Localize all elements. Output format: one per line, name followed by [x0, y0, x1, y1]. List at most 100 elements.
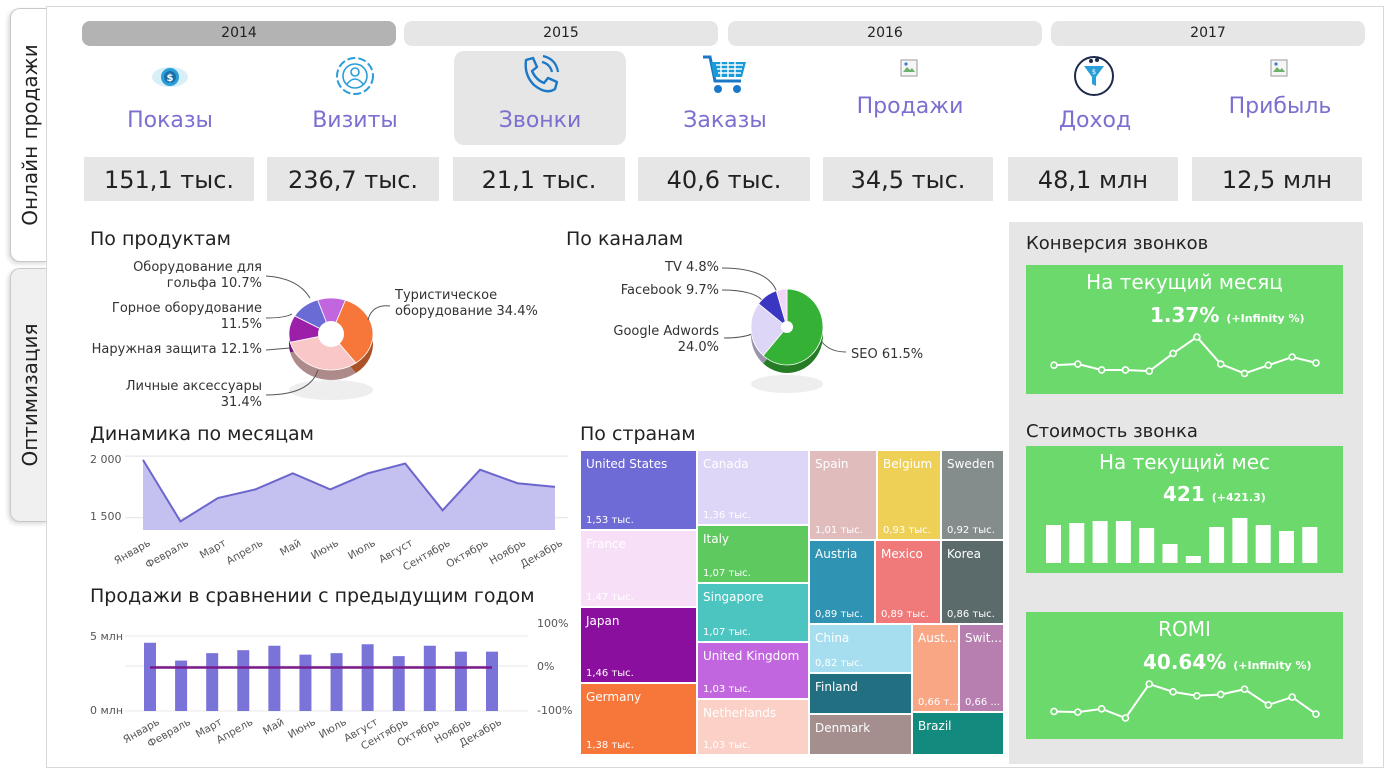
sparkline-line: [1053, 335, 1317, 375]
treemap-cell-name: Finland: [815, 680, 858, 694]
call-cost-bar: [1185, 556, 1201, 563]
sparkline-point: [1145, 367, 1154, 375]
sparkline-point: [1312, 359, 1320, 367]
treemap-cell-value: 0,93 тыс.: [883, 525, 931, 536]
treemap-cell[interactable]: Austria 0,89 тыс.: [809, 540, 875, 624]
treemap-cell-value: 1,07 тыс.: [703, 627, 751, 638]
sparkline-point: [1121, 714, 1130, 722]
treemap-cell[interactable]: Swit... 0,66 ...: [959, 624, 1004, 712]
treemap-cell[interactable]: Finland: [809, 673, 912, 714]
sparkline-point: [1169, 349, 1177, 358]
treemap-cell[interactable]: Denmark: [809, 714, 912, 755]
compare-bar[interactable]: [486, 651, 498, 711]
compare-bar[interactable]: [237, 650, 250, 711]
treemap-cell-name: Austria: [815, 547, 858, 561]
treemap-cell[interactable]: France 1,47 тыс.: [580, 530, 697, 607]
call-cost-bar: [1302, 527, 1318, 563]
treemap-cell-value: 0,66 т...: [918, 697, 959, 708]
treemap-cell[interactable]: Italy 1,07 тыс.: [697, 525, 809, 583]
compare-bar[interactable]: [330, 653, 343, 711]
treemap-cell[interactable]: China 0,82 тыс.: [809, 624, 912, 673]
treemap-cell-name: Japan: [586, 614, 620, 628]
sparkline-point: [1264, 361, 1273, 370]
sparkline-line: [1053, 682, 1317, 720]
sparkline-point: [1121, 366, 1130, 374]
treemap-cell[interactable]: Mexico 0,89 тыс.: [875, 540, 941, 624]
treemap-cell[interactable]: United States 1,53 тыс.: [580, 450, 697, 530]
call-cost-bar: [1279, 531, 1294, 563]
conversion-title: Конверсия звонков: [1026, 233, 1209, 254]
treemap-cell-name: Denmark: [815, 721, 871, 735]
call-cost-bar-sparkline: [1046, 518, 1318, 563]
compare-bar[interactable]: [144, 642, 156, 711]
romi-card[interactable]: ROMI 40.64% (+Infinity %): [1026, 612, 1343, 739]
sparkline-point: [1050, 707, 1058, 716]
treemap-cell-name: Singapore: [703, 590, 764, 604]
compare-bar[interactable]: [299, 654, 312, 711]
treemap-cell[interactable]: Sweden 0,92 тыс.: [941, 450, 1004, 540]
call-cost-bar: [1092, 521, 1108, 563]
treemap-cell[interactable]: Korea 0,86 тыс.: [941, 540, 1004, 624]
treemap-cell-value: 1,38 тыс.: [586, 740, 634, 751]
call-cost-title: Стоимость звонка: [1026, 421, 1198, 442]
call-cost-card[interactable]: На текущий мес 421 (+421.3): [1026, 446, 1343, 573]
sparkline-point: [1264, 701, 1273, 709]
treemap-cell-value: 0,82 тыс.: [815, 658, 863, 669]
sparkline-point: [1288, 353, 1296, 361]
treemap-cell[interactable]: Japan 1,46 тыс.: [580, 607, 697, 683]
compare-bar[interactable]: [206, 653, 219, 711]
treemap-cell-name: Mexico: [881, 547, 923, 561]
treemap-cell-value: 0,86 тыс.: [947, 609, 995, 620]
sparkline-point: [1193, 691, 1201, 700]
treemap-cell-name: Aust...: [918, 631, 957, 645]
sparkline-point: [1145, 680, 1154, 688]
sparkline-point: [1074, 708, 1082, 716]
treemap-cell-value: 0,89 тыс.: [815, 609, 863, 620]
treemap-cell[interactable]: Singapore 1,07 тыс.: [697, 583, 809, 642]
treemap-cell[interactable]: Brazil: [912, 712, 1004, 755]
countries-title: По странам: [580, 423, 696, 445]
treemap-cell-name: Spain: [815, 457, 849, 471]
sparkline-point: [1074, 360, 1082, 368]
call-cost-bar: [1232, 518, 1248, 563]
call-cost-bar: [1209, 527, 1225, 563]
call-cost-bar: [1115, 521, 1131, 563]
compare-bar[interactable]: [392, 656, 405, 711]
conversion-card[interactable]: На текущий месяц 1.37% (+Infinity %): [1026, 265, 1343, 394]
sparkline-point: [1312, 710, 1320, 718]
treemap-cell[interactable]: Canada 1,36 тыс.: [697, 450, 809, 525]
sparkline-point: [1097, 366, 1106, 374]
sparkline-point: [1169, 688, 1177, 696]
treemap-cell[interactable]: Belgium 0,93 тыс.: [877, 450, 941, 540]
compare-bar[interactable]: [454, 651, 467, 711]
treemap-cell-value: 1,03 тыс.: [703, 740, 751, 751]
romi-sparkline: [1050, 680, 1320, 722]
treemap-cell[interactable]: United Kingdom 1,03 тыс.: [697, 642, 809, 699]
treemap-cell[interactable]: Aust... 0,66 т...: [912, 624, 959, 712]
treemap-cell-name: China: [815, 631, 850, 645]
treemap-cell-value: 0,89 тыс.: [881, 609, 929, 620]
treemap-cell[interactable]: Germany 1,38 тыс.: [580, 683, 697, 755]
treemap-cell-name: Sweden: [947, 457, 995, 471]
treemap-cell-value: 0,66 ...: [965, 697, 1000, 708]
treemap-cell-value: 1,47 тыс.: [586, 592, 634, 603]
treemap-cell-name: Germany: [586, 690, 642, 704]
sparkline-point: [1050, 361, 1058, 370]
call-cost-bar: [1139, 528, 1155, 563]
compare-bar[interactable]: [423, 645, 436, 711]
treemap-cell-value: 0,92 тыс.: [947, 525, 995, 536]
treemap-cell-value: 1,03 тыс.: [703, 684, 751, 695]
treemap-cell[interactable]: Netherlands 1,03 тыс.: [697, 699, 809, 755]
treemap-cell[interactable]: Spain 1,01 тыс.: [809, 450, 877, 540]
treemap-cell-value: 1,46 тыс.: [586, 668, 634, 679]
call-cost-bar: [1162, 544, 1178, 563]
compare-bar[interactable]: [361, 644, 374, 711]
sparkline-point: [1097, 705, 1106, 713]
treemap-cell-name: Korea: [947, 547, 982, 561]
treemap-cell-value: 1,01 тыс.: [815, 525, 863, 536]
sparkline-point: [1193, 333, 1201, 341]
call-cost-bar: [1069, 523, 1085, 563]
treemap-cell-name: Belgium: [883, 457, 933, 471]
compare-bar[interactable]: [268, 645, 281, 711]
treemap-cell-name: United States: [586, 457, 668, 471]
